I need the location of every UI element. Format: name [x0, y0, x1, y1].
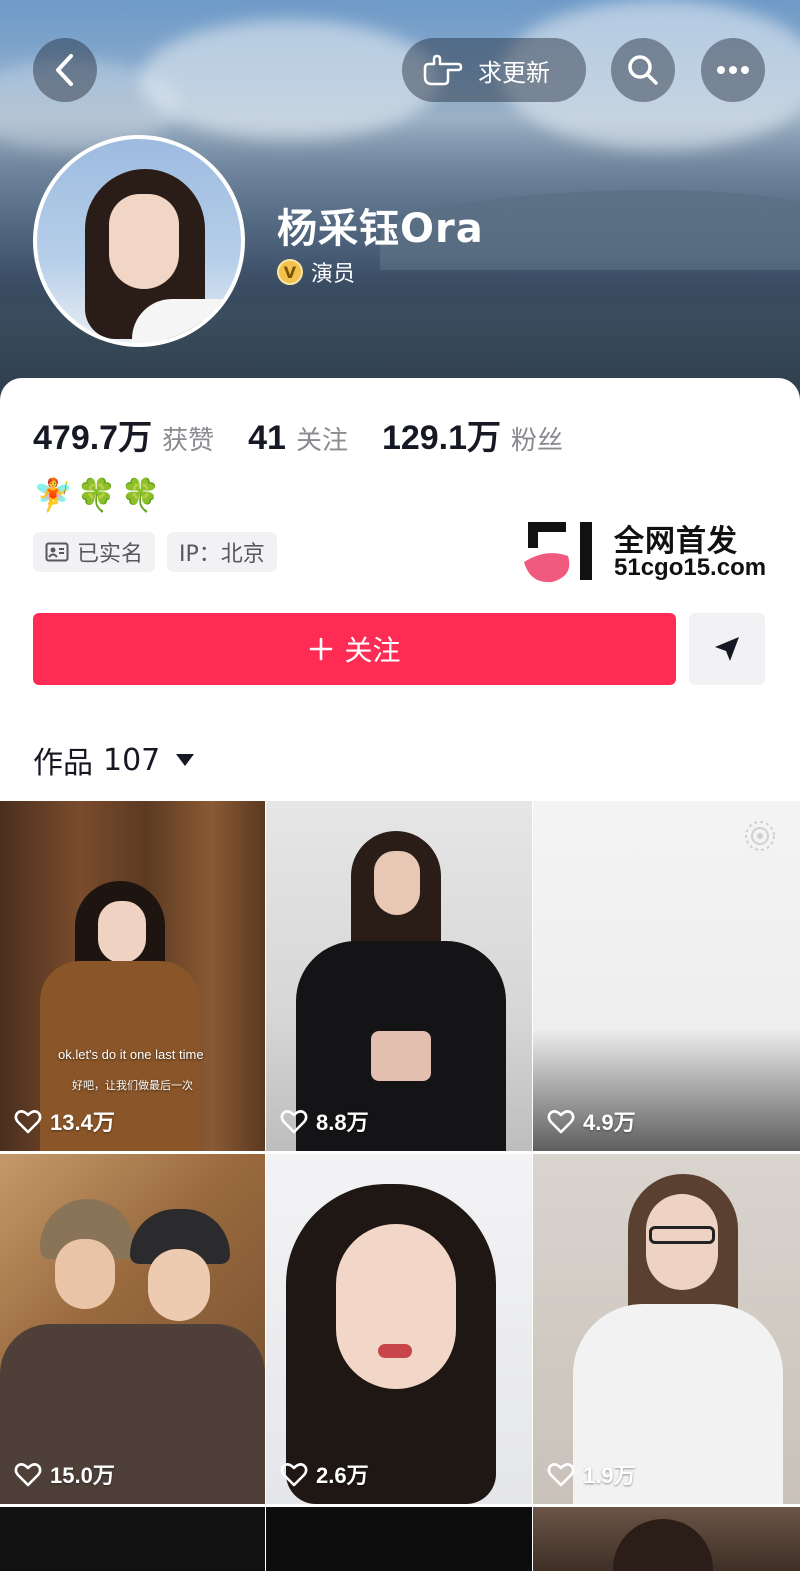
request-update-label: 求更新: [478, 58, 550, 87]
video-thumbnail[interactable]: 1.9万: [533, 1154, 800, 1504]
video-thumbnail[interactable]: 2.6万: [266, 1154, 532, 1504]
ip-location-label: IP：北京: [179, 542, 265, 567]
verified-title: V 演员: [277, 256, 355, 288]
plus-icon: [310, 637, 333, 661]
followers-count[interactable]: 129.1万: [382, 410, 501, 459]
id-card-icon: [45, 542, 69, 562]
profile-name: 杨采钰Ora: [277, 206, 484, 252]
follow-button[interactable]: 关注: [33, 613, 676, 685]
video-likes: 8.8万: [280, 1105, 369, 1137]
more-button[interactable]: [701, 38, 765, 102]
works-tab-label: 作品: [33, 746, 93, 781]
cloud: [140, 20, 440, 140]
video-likes: 2.6万: [280, 1458, 369, 1490]
heart-icon: [547, 1462, 575, 1486]
heart-icon: [547, 1109, 575, 1133]
video-likes: 13.4万: [14, 1105, 115, 1137]
more-dots-icon: [717, 66, 749, 74]
watermark-logo: [524, 522, 592, 583]
search-icon: [628, 55, 658, 85]
message-button[interactable]: [689, 613, 765, 685]
send-icon: [715, 637, 739, 661]
video-caption: ok.let's do it one last time: [58, 1047, 204, 1062]
video-thumbnail[interactable]: [0, 1507, 265, 1571]
profile-tags: 已实名 IP：北京: [33, 532, 277, 572]
watermark-url: 51cgo15.com: [614, 554, 767, 581]
video-thumbnail[interactable]: ok.let's do it one last time 好吧，让我们做最后一次…: [0, 801, 265, 1151]
followers-label[interactable]: 粉丝: [511, 420, 563, 457]
live-photo-icon: [745, 821, 775, 851]
video-thumbnail[interactable]: 15.0万: [0, 1154, 265, 1504]
following-label[interactable]: 关注: [296, 420, 348, 457]
verified-title-text: 演员: [311, 262, 356, 287]
video-likes: 4.9万: [547, 1105, 636, 1137]
caret-down-icon: [176, 754, 195, 766]
heart-icon: [280, 1462, 308, 1486]
pointing-hand-icon: [423, 54, 463, 86]
video-thumbnail[interactable]: [533, 1507, 800, 1571]
search-button[interactable]: [611, 38, 675, 102]
video-subcaption: 好吧，让我们做最后一次: [72, 1079, 193, 1092]
works-count: 107: [103, 742, 161, 778]
video-thumbnail[interactable]: 4.9万: [533, 801, 800, 1151]
chevron-left-icon: [56, 54, 73, 86]
likes-label: 获赞: [162, 425, 215, 455]
avatar[interactable]: [33, 135, 245, 347]
works-tab[interactable]: 作品 107: [33, 738, 195, 782]
back-button[interactable]: [33, 38, 97, 102]
video-thumbnail[interactable]: [266, 1507, 532, 1571]
watermark: 全网首发 51cgo15.com: [522, 516, 792, 586]
verified-realname-label: 已实名: [77, 542, 144, 567]
follow-label: 关注: [344, 634, 401, 667]
following-count[interactable]: 41: [248, 419, 286, 458]
verified-badge-icon: V: [277, 259, 303, 285]
heart-icon: [14, 1109, 42, 1133]
video-likes: 15.0万: [14, 1458, 115, 1490]
heart-icon: [14, 1462, 42, 1486]
verified-realname-tag: 已实名: [33, 532, 156, 572]
request-update-button[interactable]: 求更新: [402, 38, 586, 102]
video-likes: 1.9万: [547, 1458, 636, 1490]
video-grid: ok.let's do it one last time 好吧，让我们做最后一次…: [0, 801, 800, 1571]
heart-icon: [280, 1109, 308, 1133]
bio-emojis: 🧚🍀🍀: [33, 476, 165, 514]
video-thumbnail[interactable]: 8.8万: [266, 801, 532, 1151]
profile-stats: 479.7万 获赞 41 关注 129.1万 粉丝: [33, 410, 597, 459]
likes-count: 479.7万: [33, 419, 153, 457]
ip-location-tag: IP：北京: [167, 532, 277, 572]
